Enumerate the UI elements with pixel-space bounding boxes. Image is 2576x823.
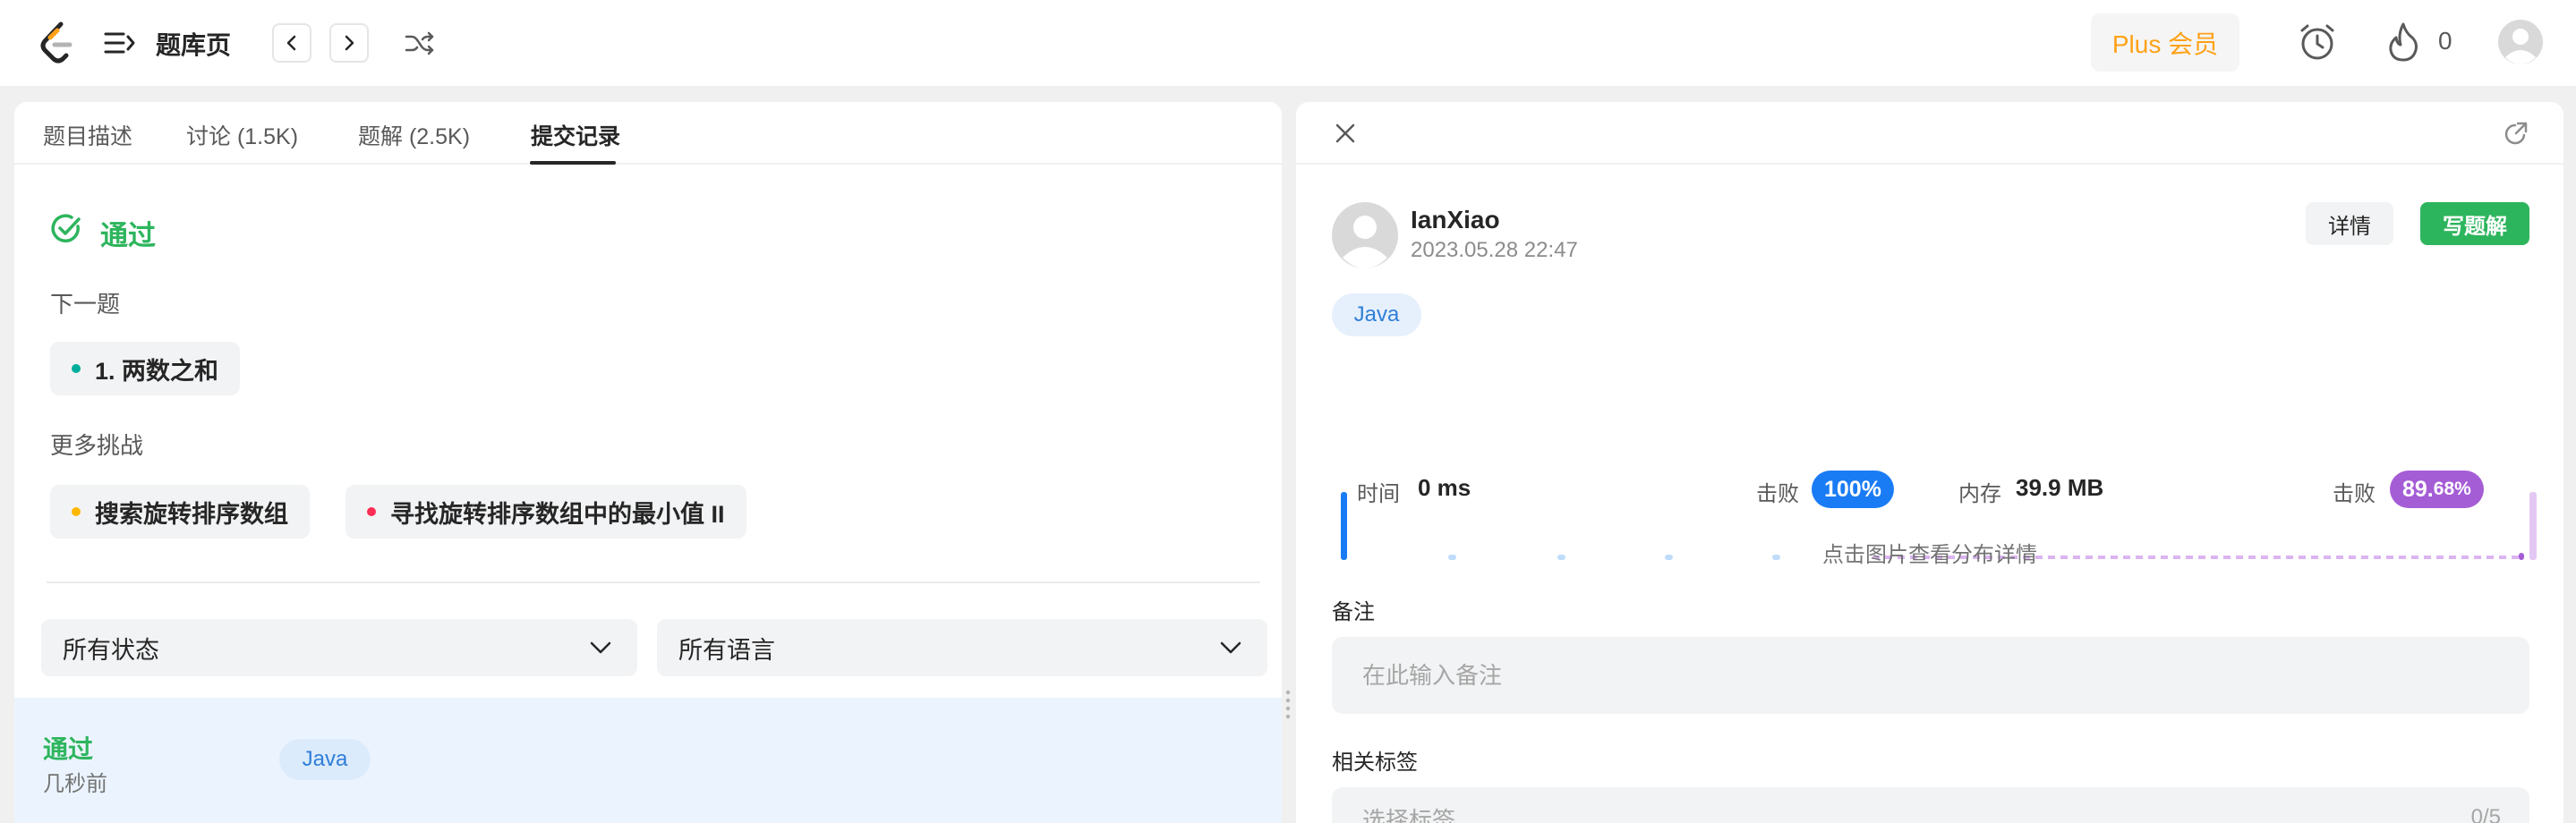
close-icon[interactable]	[1334, 122, 1357, 145]
difficulty-dot	[72, 507, 81, 516]
open-external-icon[interactable]	[2503, 120, 2529, 147]
difficulty-dot	[367, 507, 376, 516]
language-filter-select[interactable]: 所有语言	[657, 619, 1267, 676]
plus-membership-button[interactable]: Plus 会员	[2091, 13, 2239, 72]
tab-solutions[interactable]: 题解 (2.5K)	[358, 119, 470, 151]
language-badge: Java	[1332, 293, 1421, 336]
submitter-avatar-icon[interactable]	[1332, 202, 1398, 268]
chevron-down-icon	[1220, 641, 1241, 654]
result-status: 通过	[100, 220, 156, 251]
problem-list-icon[interactable]	[104, 29, 136, 57]
tab-submissions[interactable]: 提交记录	[531, 119, 620, 151]
language-filter-value: 所有语言	[678, 636, 775, 664]
chevron-down-icon	[590, 641, 611, 654]
left-panel: 题目描述 讨论 (1.5K) 题解 (2.5K) 提交记录 通过 下一题 1. …	[14, 102, 1282, 823]
next-problem-label: 下一题	[50, 291, 121, 318]
next-problem-button[interactable]	[329, 23, 369, 63]
next-problem-title: 1. 两数之和	[95, 357, 219, 385]
challenge-title: 搜索旋转排序数组	[95, 500, 288, 528]
tags-label: 相关标签	[1332, 751, 1418, 775]
leetcode-logo-icon[interactable]	[38, 21, 77, 64]
top-navbar: 题库页 Plus 会员 0	[0, 0, 2576, 86]
note-label: 备注	[1332, 600, 1375, 624]
submission-status[interactable]: 通过	[43, 730, 93, 766]
runtime-label: 时间	[1357, 482, 1400, 506]
memory-beat-decimal: 68%	[2433, 479, 2471, 499]
runtime-beat-label: 击败	[1756, 482, 1799, 506]
note-input[interactable]	[1332, 637, 2529, 714]
write-solution-button[interactable]: 写题解	[2420, 202, 2529, 245]
chevron-left-icon	[286, 35, 296, 51]
submission-language-badge: Java	[279, 739, 371, 780]
memory-beat-main: 89.	[2402, 476, 2434, 502]
submission-detail-panel: IanXiao 2023.05.28 22:47 详情 写题解 Java 时间 …	[1296, 102, 2563, 823]
problem-bank-link[interactable]: 题库页	[156, 26, 231, 62]
tag-count: 0/5	[2470, 805, 2501, 823]
next-problem-chip[interactable]: 1. 两数之和	[50, 342, 241, 395]
more-challenges-label: 更多挑战	[50, 432, 144, 459]
chevron-right-icon	[345, 35, 354, 51]
chart-hint: 点击图片查看分布详情	[1822, 543, 2037, 567]
memory-value: 39.9 MB	[2016, 474, 2104, 501]
submission-row[interactable]	[14, 698, 1282, 823]
details-button[interactable]: 详情	[2306, 202, 2393, 245]
memory-beat-label: 击败	[2333, 482, 2376, 506]
challenge-chip[interactable]: 寻找旋转排序数组中的最小值 II	[345, 485, 746, 539]
challenge-title: 寻找旋转排序数组中的最小值 II	[390, 500, 725, 528]
detail-header	[1296, 102, 2563, 165]
shuffle-icon[interactable]	[405, 29, 435, 57]
check-circle-icon	[51, 214, 81, 242]
submission-date: 2023.05.28 22:47	[1411, 238, 1578, 262]
tag-placeholder: 选择标签	[1362, 806, 1456, 823]
prev-problem-button[interactable]	[272, 23, 311, 63]
difficulty-dot	[72, 364, 81, 373]
runtime-beat-badge: 100%	[1812, 471, 1894, 508]
tab-discussion[interactable]: 讨论 (1.5K)	[186, 119, 298, 151]
active-tab-indicator	[530, 161, 616, 165]
streak-fire-icon[interactable]	[2386, 21, 2420, 63]
status-filter-select[interactable]: 所有状态	[41, 619, 637, 676]
tab-description[interactable]: 题目描述	[43, 119, 132, 151]
status-filter-value: 所有状态	[63, 636, 159, 664]
challenge-chip[interactable]: 搜索旋转排序数组	[50, 485, 310, 539]
divider	[47, 581, 1260, 583]
problem-tabs: 题目描述 讨论 (1.5K) 题解 (2.5K) 提交记录	[14, 102, 1282, 165]
streak-count: 0	[2438, 27, 2452, 55]
memory-label: 内存	[1958, 482, 2001, 506]
submitter-name[interactable]: IanXiao	[1411, 206, 1500, 234]
user-avatar-icon[interactable]	[2498, 20, 2543, 64]
alarm-clock-icon[interactable]	[2297, 21, 2338, 63]
panel-resize-handle[interactable]	[1285, 689, 1291, 721]
tag-select[interactable]: 选择标签 0/5	[1332, 787, 2529, 823]
memory-beat-badge: 89. 68%	[2390, 471, 2484, 508]
runtime-value: 0 ms	[1418, 474, 1471, 501]
submission-time: 几秒前	[43, 772, 107, 796]
